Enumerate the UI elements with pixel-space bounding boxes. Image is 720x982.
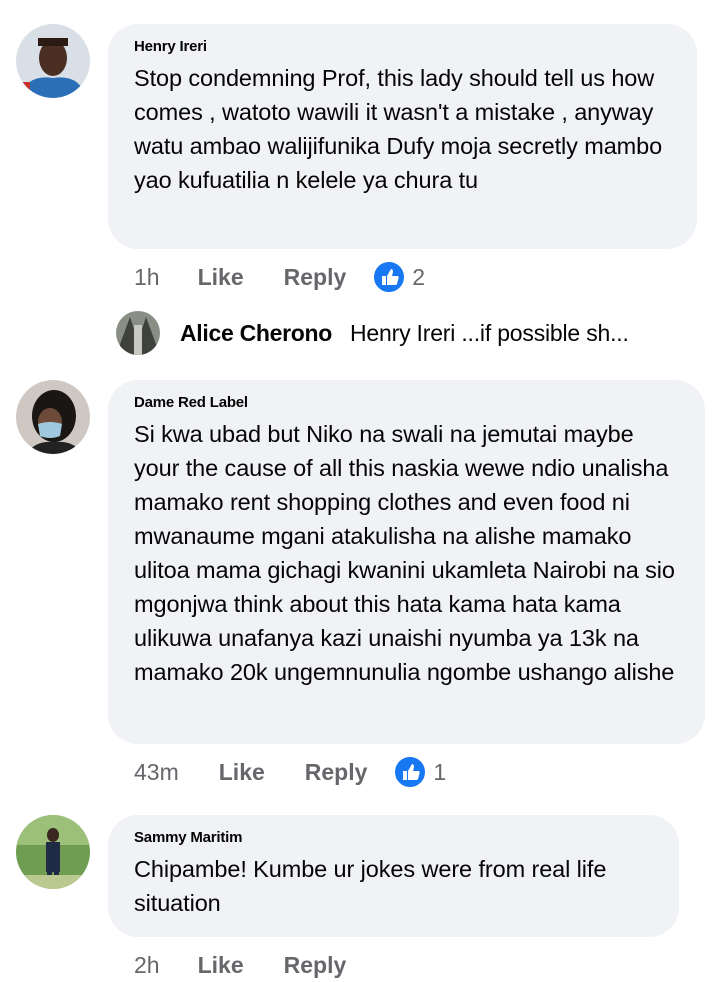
like-button[interactable]: Like (219, 759, 265, 786)
comment-author[interactable]: Sammy Maritim (134, 829, 655, 846)
reply-button[interactable]: Reply (284, 264, 347, 291)
reply-author[interactable]: Alice Cherono (180, 320, 332, 347)
comment-time[interactable]: 43m (134, 759, 179, 786)
reaction-count[interactable]: 1 (433, 759, 446, 786)
reaction-count[interactable]: 2 (412, 264, 425, 291)
comment-bubble: Sammy Maritim Chipambe! Kumbe ur jokes w… (108, 815, 679, 937)
avatar[interactable] (16, 380, 90, 454)
comment-text: Si kwa ubad but Niko na swali na jemutai… (134, 421, 675, 685)
like-reaction-icon[interactable] (372, 260, 407, 294)
avatar[interactable] (16, 815, 90, 889)
comment-text: Stop condemning Prof, this lady should t… (134, 65, 663, 193)
comment-author[interactable]: Henry Ireri (134, 38, 673, 55)
avatar-photo-icon (116, 311, 160, 355)
comment-text: Chipambe! Kumbe ur jokes were from real … (134, 856, 607, 916)
like-button[interactable]: Like (198, 264, 244, 291)
comment-author[interactable]: Dame Red Label (134, 394, 681, 411)
comment-actions: 2h Like Reply (134, 948, 346, 982)
avatar-photo-icon (16, 815, 90, 889)
comment-actions: 1h Like Reply 2 (134, 260, 425, 294)
comment-bubble: Henry Ireri Stop condemning Prof, this l… (108, 24, 697, 249)
comment-bubble: Dame Red Label Si kwa ubad but Niko na s… (108, 380, 705, 744)
reply-preview-text: Henry Ireri ...if possible sh... (350, 319, 629, 346)
comment-actions: 43m Like Reply 1 (134, 755, 446, 789)
avatar[interactable] (16, 24, 90, 98)
comment-time[interactable]: 1h (134, 264, 160, 291)
reply-avatar[interactable] (116, 311, 160, 355)
comment-time[interactable]: 2h (134, 952, 160, 979)
avatar-photo-icon (16, 380, 90, 454)
avatar-photo-icon (16, 24, 90, 98)
like-button[interactable]: Like (198, 952, 244, 979)
reply-button[interactable]: Reply (305, 759, 368, 786)
reply-preview-row[interactable]: Alice Cherono Henry Ireri ...if possible… (116, 310, 716, 356)
reply-button[interactable]: Reply (284, 952, 347, 979)
like-reaction-icon[interactable] (393, 755, 428, 789)
